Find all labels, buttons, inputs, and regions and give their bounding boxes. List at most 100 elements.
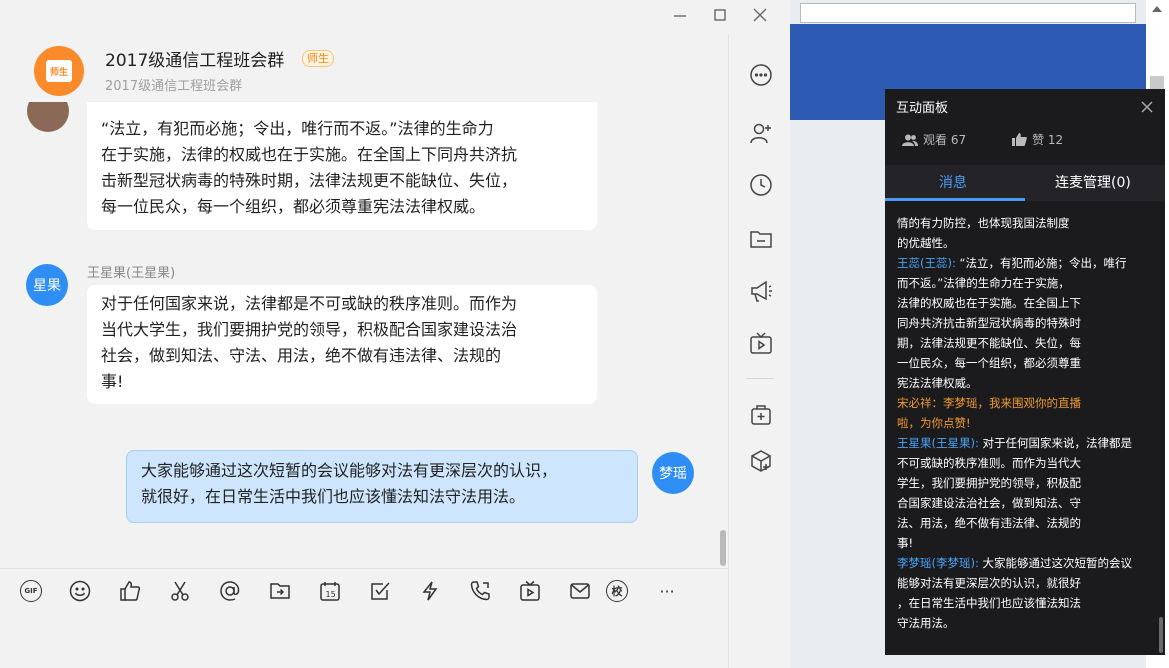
lightning-icon [422,581,438,601]
emoji-button[interactable] [68,579,92,603]
add-member-button[interactable] [748,120,774,146]
panel-scrollbar[interactable] [1159,617,1163,653]
close-icon [753,8,767,22]
panel-message-text: 啦，为你点赞! [897,416,971,430]
panel-message-text: 宪法法律权威。 [897,376,978,390]
call-button[interactable] [468,579,492,603]
panel-message-text: 能够对法有更深层次的认识，就很好 [897,576,1081,590]
panel-message-text: 对于任何国家来说，法律都是 [978,436,1133,450]
scroll-up-arrow-icon[interactable] [1152,6,1162,12]
panel-message-text: 事! [897,536,914,550]
panel-message-text: “法立，有犯而必施；令出，唯行 [955,256,1127,270]
message-line: 事! [101,372,124,391]
message-line: 大家能够通过这次短暂的会议能够对法有更深层次的认识， [141,461,558,480]
live-room-button[interactable] [748,330,774,356]
panel-message-line: 法律的权威也在于实施。在全国上下 [897,293,1155,313]
panel-message-line: 宪法法律权威。 [897,373,1155,393]
input-toolbar: GIF 15 校 ··· [0,568,728,614]
files-button[interactable] [748,226,774,252]
minimize-icon [674,15,686,17]
panel-message-line: 王蕊(王蕊): “法立，有犯而必施；令出，唯行 [897,253,1155,273]
likes-stat[interactable]: 赞 12 [1012,131,1063,148]
panel-message-line: 不可或缺的秩序准则。而作为当代大 [897,453,1155,473]
announcement-button[interactable] [748,278,774,304]
maximize-button[interactable] [700,2,740,28]
message-line: 当代大学生，我们要拥护党的领导，积极配合国家建设法治 [101,320,518,339]
message-line: “法立，有犯而必施；令出，唯行而不返。”法律的生命力 [101,119,494,138]
avatar[interactable]: 星果 [26,264,68,306]
panel-message-line: ，在日常生活中我们也应该懂法知法 [897,593,1155,613]
interactive-panel: 互动面板 观看 67 赞 12 消息 连麦管理(0) 情的有力防控，也体现我国法… [885,89,1165,655]
more-icon[interactable]: ··· [655,579,679,603]
mention-icon [220,581,240,601]
avatar[interactable] [27,102,69,132]
message-line: 击新型冠状病毒的特殊时期，法律法规更不能缺位、失位， [101,171,518,190]
file-button[interactable] [268,579,292,603]
message-input[interactable] [0,614,728,668]
history-button[interactable] [748,172,774,198]
app-box-button[interactable] [748,448,774,474]
mail-button[interactable] [568,579,592,603]
panel-message-text: 的优越性。 [897,236,955,250]
panel-message-text: 宋必祥：李梦瑶，我来围观你的直播 [897,396,1081,410]
screenshot-button[interactable] [168,579,192,603]
calendar-button[interactable]: 15 [318,579,342,603]
panel-message-line: 法、用法，绝不做有违法律、法规的 [897,513,1155,533]
panel-message-text: ，在日常生活中我们也应该懂法知法 [897,596,1081,610]
window-controls [660,2,780,28]
panel-message-line: 一位民众，每一个组织，都必须尊重 [897,353,1155,373]
panel-message-text: 而不返。”法律的生命力在于实施， [897,276,1070,290]
panel-sender-name: 王蕊(王蕊): [897,256,956,270]
task-icon [371,582,390,600]
chat-scrollbar[interactable] [720,530,726,566]
message-bubble[interactable]: “法立，有犯而必施；令出，唯行而不返。”法律的生命力 在于实施，法律的权威也在于… [87,102,597,230]
add-member-icon [750,123,771,144]
group-avatar[interactable]: 师生 [34,46,84,96]
sender-name: 王星果(王星果) [87,266,176,281]
close-icon[interactable] [1141,98,1153,113]
folder-icon [750,231,772,248]
svg-text:15: 15 [326,590,336,599]
chat-header: 师生 2017级通信工程班会群 师生 2017级通信工程班会群 [0,26,728,102]
panel-message-line: 王星果(王星果): 对于任何国家来说，法律都是 [897,433,1155,453]
group-subtitle: 2017级通信工程班会群 [105,79,243,94]
panel-tabs: 消息 连麦管理(0) [885,165,1165,201]
task-button[interactable] [368,579,392,603]
school-button[interactable]: 校 [605,579,629,603]
tab-messages[interactable]: 消息 [939,172,967,192]
panel-message-line: 期，法律法规更不能缺位、失位，每 [897,333,1155,353]
own-message-bubble[interactable]: 大家能够通过这次短暂的会议能够对法有更深层次的认识， 就很好，在日常生活中我们也… [126,450,638,523]
panel-message-text: 同舟共济抗击新型冠状病毒的特殊时 [897,316,1081,330]
tab-mic-management[interactable]: 连麦管理(0) [1055,172,1131,192]
add-app-button[interactable] [748,402,774,428]
side-divider [747,378,773,379]
message-line: 每一位民众，每一个组织，都必须尊重宪法法律权威。 [101,197,486,216]
panel-message-line: 守法用法。 [897,613,1155,633]
gif-icon: GIF [20,580,42,602]
background-address-bar[interactable] [800,3,1136,23]
minimize-button[interactable] [660,2,700,28]
more-button[interactable] [748,62,774,88]
panel-message-text: 期，法律法规更不能缺位、失位，每 [897,336,1081,350]
box-icon [751,450,771,472]
message-line: 对于任何国家来说，法律都是不可或缺的秩序准则。而作为 [101,294,518,313]
close-button[interactable] [740,2,780,28]
gif-button[interactable]: GIF [19,579,43,603]
panel-stats: 观看 67 赞 12 [902,131,1109,148]
group-name[interactable]: 2017级通信工程班会群 [105,46,284,71]
panel-message-line: 事! [897,533,1155,553]
panel-message-line: 合国家建设法治社会，做到知法、守 [897,493,1155,513]
viewers-icon [902,134,918,146]
message-line: 社会，做到知法、守法、用法，绝不做有违法律、法规的 [101,346,502,365]
lightning-button[interactable] [418,579,442,603]
video-icon [520,580,540,601]
live-button[interactable] [518,579,542,603]
history-icon [750,174,772,196]
panel-message-text: 不可或缺的秩序准则。而作为当代大 [897,456,1081,470]
avatar[interactable]: 梦瑶 [652,452,694,494]
like-button[interactable] [118,579,142,603]
mention-button[interactable] [218,579,242,603]
panel-message-text: 学生，我们要拥护党的领导，积极配 [897,476,1081,490]
panel-message-line: 而不返。”法律的生命力在于实施， [897,273,1155,293]
message-bubble[interactable]: 对于任何国家来说，法律都是不可或缺的秩序准则。而作为 当代大学生，我们要拥护党的… [87,285,597,404]
